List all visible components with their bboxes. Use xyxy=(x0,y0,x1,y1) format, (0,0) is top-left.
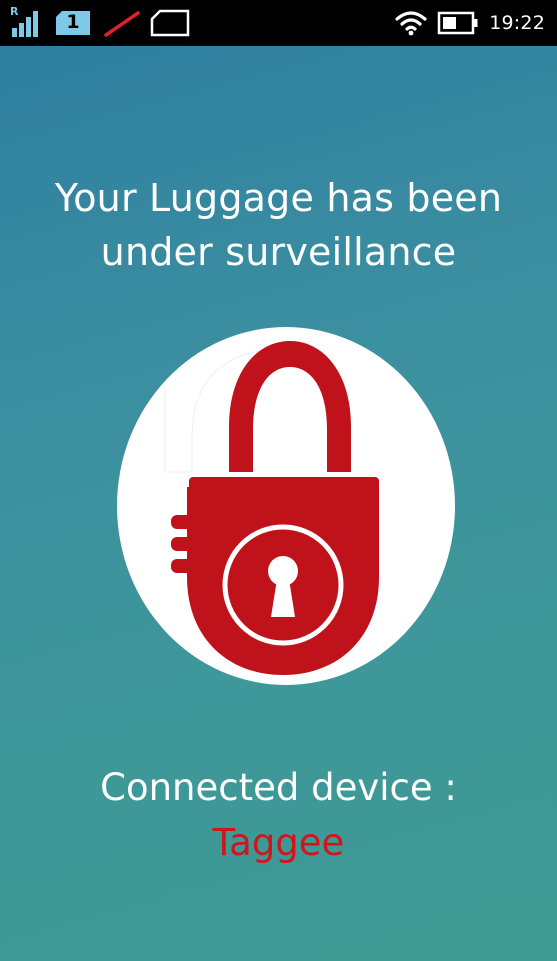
surveillance-headline: Your Luggage has been under surveillance xyxy=(0,171,557,279)
connected-device-label: Connected device : xyxy=(100,766,457,809)
status-bar: R 1 19:22 xyxy=(0,0,557,46)
connected-device-name: Taggee xyxy=(212,821,345,864)
status-left-group: R 1 xyxy=(10,5,192,40)
status-time: 19:22 xyxy=(489,12,545,34)
wifi-icon xyxy=(395,10,427,36)
no-sim-icon xyxy=(102,8,192,38)
sim-1-icon: 1 xyxy=(54,10,92,36)
headline-line-1: Your Luggage has been xyxy=(54,176,503,220)
signal-roaming-icon: R xyxy=(10,5,44,38)
battery-icon xyxy=(437,11,479,35)
surveillance-screen: Your Luggage has been under surveillance… xyxy=(0,46,557,961)
padlock-icon xyxy=(164,341,379,675)
sim-slot-number: 1 xyxy=(66,11,80,33)
lock-image xyxy=(117,327,455,685)
status-right-group: 19:22 xyxy=(395,6,545,40)
headline-line-2: under surveillance xyxy=(100,230,457,274)
